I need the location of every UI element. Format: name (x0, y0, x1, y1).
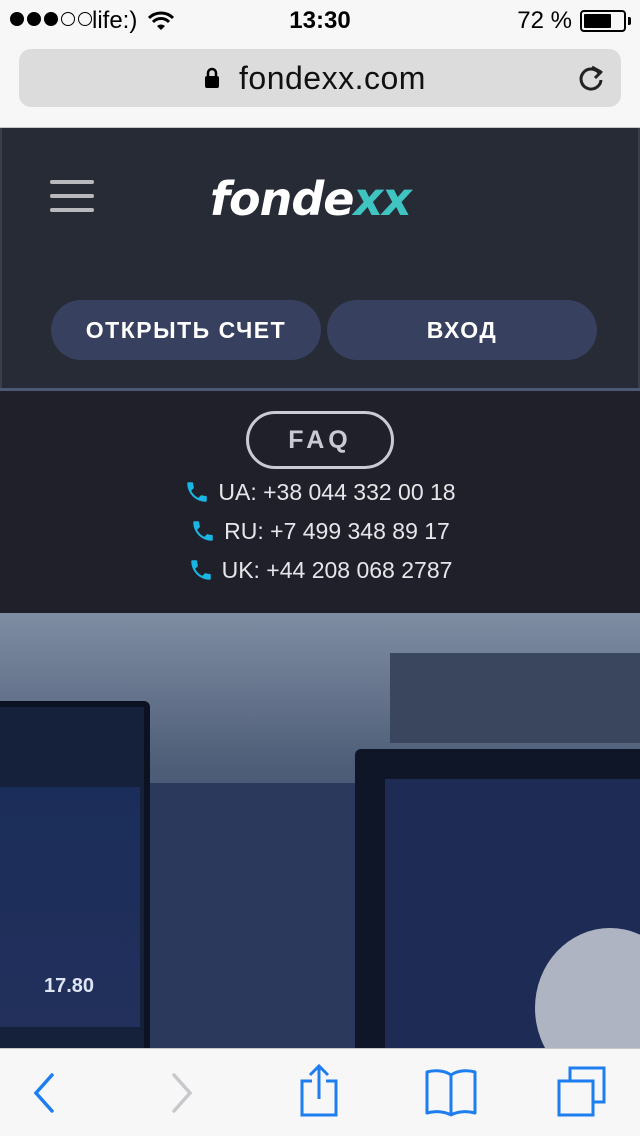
forward-icon[interactable] (170, 1071, 196, 1120)
phone-uk[interactable]: UK: +44 208 068 2787 (222, 557, 453, 583)
fondexx-logo[interactable]: fondexx (210, 172, 412, 226)
hero-image: 17.80 (0, 613, 640, 1048)
back-icon[interactable] (30, 1071, 56, 1120)
lock-icon (204, 67, 220, 94)
phone-icon (193, 521, 213, 541)
faq-button[interactable]: FAQ (246, 411, 394, 469)
menu-icon[interactable] (50, 180, 94, 214)
phone-ua[interactable]: UA: +38 044 332 00 18 (218, 479, 455, 505)
browser-address-area: fondexx.com (0, 40, 640, 128)
battery-icon (580, 10, 626, 32)
person-silhouette (535, 928, 640, 1048)
reload-icon[interactable] (577, 63, 605, 98)
phone-link-ru[interactable]: RU: +7 499 348 89 17 (0, 518, 640, 545)
site-header: fondexx ОТКРЫТЬ СЧЕТ ВХОД (0, 128, 640, 390)
phone-link-uk[interactable]: UK: +44 208 068 2787 (0, 557, 640, 584)
phone-icon (187, 482, 208, 502)
open-account-button[interactable]: ОТКРЫТЬ СЧЕТ (51, 300, 321, 360)
tabs-icon[interactable] (556, 1065, 608, 1124)
address-bar[interactable]: fondexx.com (19, 49, 621, 107)
phone-ru[interactable]: RU: +7 499 348 89 17 (224, 518, 450, 544)
url-text[interactable]: fondexx.com (239, 60, 426, 97)
phone-icon (190, 560, 211, 580)
contacts-section: FAQ UA: +38 044 332 00 18 RU: +7 499 348… (0, 391, 640, 613)
ticker-value: 17.80 (44, 975, 95, 997)
login-button[interactable]: ВХОД (327, 300, 597, 360)
browser-toolbar (0, 1048, 640, 1136)
status-bar: life:) 13:30 72 % (0, 0, 640, 40)
share-icon[interactable] (298, 1063, 340, 1122)
battery-percent: 72 % (517, 7, 572, 34)
phone-link-ua[interactable]: UA: +38 044 332 00 18 (0, 479, 640, 506)
bookmarks-icon[interactable] (424, 1067, 478, 1122)
